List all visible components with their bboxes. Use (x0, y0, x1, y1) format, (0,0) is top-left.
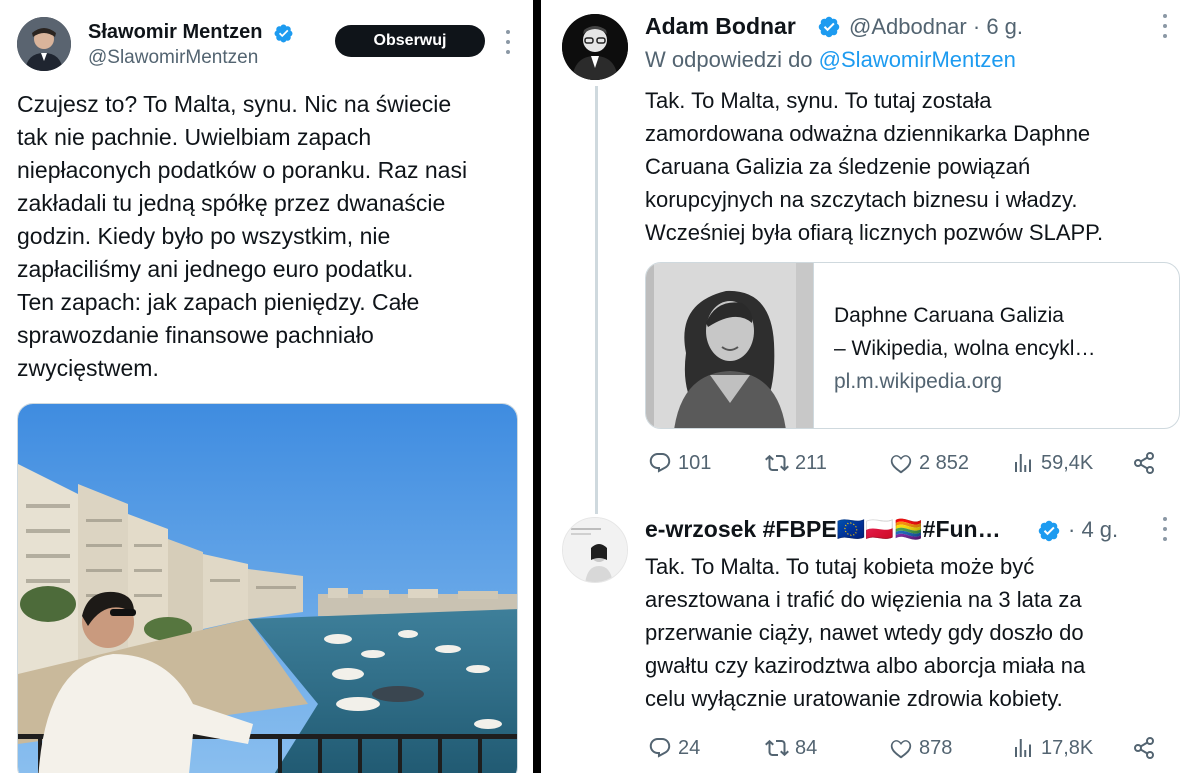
share-icon (1134, 737, 1154, 759)
follow-button[interactable]: Obserwuj (335, 25, 485, 57)
like-count: 2 852 (919, 451, 970, 474)
tweet-text-line: przerwanie ciąży, nawet wtedy gdy doszło… (645, 620, 1084, 645)
like-icon (890, 455, 912, 474)
author-name[interactable]: e-wrzosek #FBPE🇪🇺🇵🇱🏳️‍🌈#Fun… (645, 516, 1001, 543)
tweet-text-line: zapłaciliśmy ani jednego euro podatku. (17, 256, 414, 282)
malta-harbour-photo (18, 404, 517, 773)
views-button[interactable]: 17,8K (1011, 736, 1093, 760)
avatar-mentzen[interactable] (17, 17, 71, 71)
views-icon (1015, 739, 1031, 757)
author-handle[interactable]: @SlawomirMentzen (88, 47, 258, 69)
verified-badge-icon (274, 24, 293, 43)
reply-prefix: W odpowiedzi do (645, 47, 813, 72)
reply-icon (649, 453, 671, 473)
more-icon[interactable] (504, 30, 512, 54)
reply-icon (649, 738, 671, 758)
verified-badge-icon (1038, 520, 1060, 542)
repost-button[interactable]: 84 (765, 736, 817, 760)
reply-count: 24 (678, 736, 701, 759)
replying-to: W odpowiedzi do @SlawomirMentzen (645, 47, 1016, 73)
tweet-text-line: korupcyjnych na szczytach biznesu i wład… (645, 187, 1078, 212)
views-icon (1015, 454, 1031, 472)
repost-count: 84 (795, 736, 818, 759)
timestamp[interactable]: 6 g. (986, 14, 1023, 39)
tweet-text-line: Wcześniej była ofiarą licznych pozwów SL… (645, 220, 1104, 245)
avatar-portrait-icon (563, 518, 627, 582)
like-count: 878 (919, 736, 953, 759)
link-domain: pl.m.wikipedia.org (834, 370, 1003, 393)
author-name[interactable]: Sławomir Mentzen (88, 21, 262, 44)
share-button[interactable] (1132, 451, 1156, 475)
link-title: Daphne Caruana Galizia (834, 304, 1064, 327)
avatar-portrait-icon (562, 14, 628, 80)
more-icon[interactable] (1161, 14, 1169, 38)
views-count: 17,8K (1041, 736, 1094, 759)
tweet-text-line: niepłaconych podatków o poranku. Raz nas… (17, 157, 468, 183)
link-preview-body: Daphne Caruana Galizia – Wikipedia, woln… (814, 263, 1095, 428)
tweet-text-line: zakładali tu jedną spółkę przez dwanaści… (17, 190, 446, 216)
reply1-text: Tak. To Malta, synu. To tutaj została za… (645, 84, 1103, 249)
repost-icon (765, 739, 789, 757)
reply2-text: Tak. To Malta. To tutaj kobieta może być… (645, 550, 1085, 715)
tweet-text-line: zamordowana odważna dziennikarka Daphne (645, 121, 1091, 146)
reply-count: 101 (678, 451, 712, 474)
author-name[interactable]: Adam Bodnar (645, 13, 796, 40)
timestamp[interactable]: 4 g. (1081, 517, 1118, 542)
repost-count: 211 (795, 451, 827, 474)
tweet-text-line: Tak. To Malta. To tutaj kobieta może być (645, 554, 1035, 579)
tweet-text-line: Ten zapach: jak zapach pieniędzy. Całe (17, 289, 420, 315)
tweet-text-line: celu wyłącznie uratowanie zdrowia kobiet… (645, 686, 1063, 711)
tweet-text-line: Czujesz to? To Malta, synu. Nic na świec… (17, 91, 452, 117)
like-button[interactable]: 878 (889, 736, 952, 760)
avatar-wrzosek[interactable] (562, 517, 628, 583)
thread-connector-line (595, 86, 598, 514)
avatar-bodnar[interactable] (562, 14, 628, 80)
author-handle[interactable]: @Adbodnar (849, 14, 967, 39)
tweet-text-line: gwałtu czy kazirodztwa albo aborcja miał… (645, 653, 1086, 678)
link-preview-card[interactable]: Daphne Caruana Galizia – Wikipedia, woln… (645, 262, 1180, 429)
separator-dot: · (1068, 517, 1076, 542)
tweet-text: Czujesz to? To Malta, synu. Nic na świec… (17, 88, 467, 385)
like-icon (890, 740, 912, 759)
separator-dot: · (972, 14, 981, 39)
author-handle-meta[interactable]: @Adbodnar · 6 g. (849, 14, 1023, 40)
share-button[interactable] (1132, 736, 1156, 760)
link-preview-image (646, 263, 814, 428)
reply-button[interactable]: 101 (648, 451, 711, 475)
share-icon (1134, 452, 1154, 474)
more-icon[interactable] (1161, 517, 1169, 541)
views-button[interactable]: 59,4K (1011, 451, 1093, 475)
repost-button[interactable]: 211 (765, 451, 827, 475)
tweet-text-line: godzin. Kiedy było po wszystkim, nie (17, 223, 391, 249)
tweet-photo[interactable] (17, 403, 518, 773)
reply-to-link[interactable]: @SlawomirMentzen (819, 47, 1016, 72)
avatar-portrait-icon (17, 17, 71, 71)
post-meta: · 4 g. (1068, 517, 1118, 543)
tweet-text-line: Caruana Galizia za śledzenie powiązań (645, 154, 1031, 179)
verified-badge-icon (818, 16, 840, 38)
repost-icon (765, 454, 789, 472)
tweet-text-line: Tak. To Malta, synu. To tutaj została (645, 88, 992, 113)
views-count: 59,4K (1041, 451, 1094, 474)
like-button[interactable]: 2 852 (889, 451, 969, 475)
portrait-photo (646, 263, 813, 428)
tweet-text-line: sprawozdanie finansowe pachniało (17, 322, 374, 348)
reply-button[interactable]: 24 (648, 736, 700, 760)
tweet-text-line: aresztowana i trafić do więzienia na 3 l… (645, 587, 1082, 612)
tweet-text-line: zwycięstwem. (17, 355, 159, 381)
tweet-text-line: tak nie pachnie. Uwielbiam zapach (17, 124, 372, 150)
link-title: – Wikipedia, wolna encykl… (834, 337, 1096, 360)
original-tweet-panel: Sławomir Mentzen @SlawomirMentzen Obserw… (0, 0, 533, 773)
